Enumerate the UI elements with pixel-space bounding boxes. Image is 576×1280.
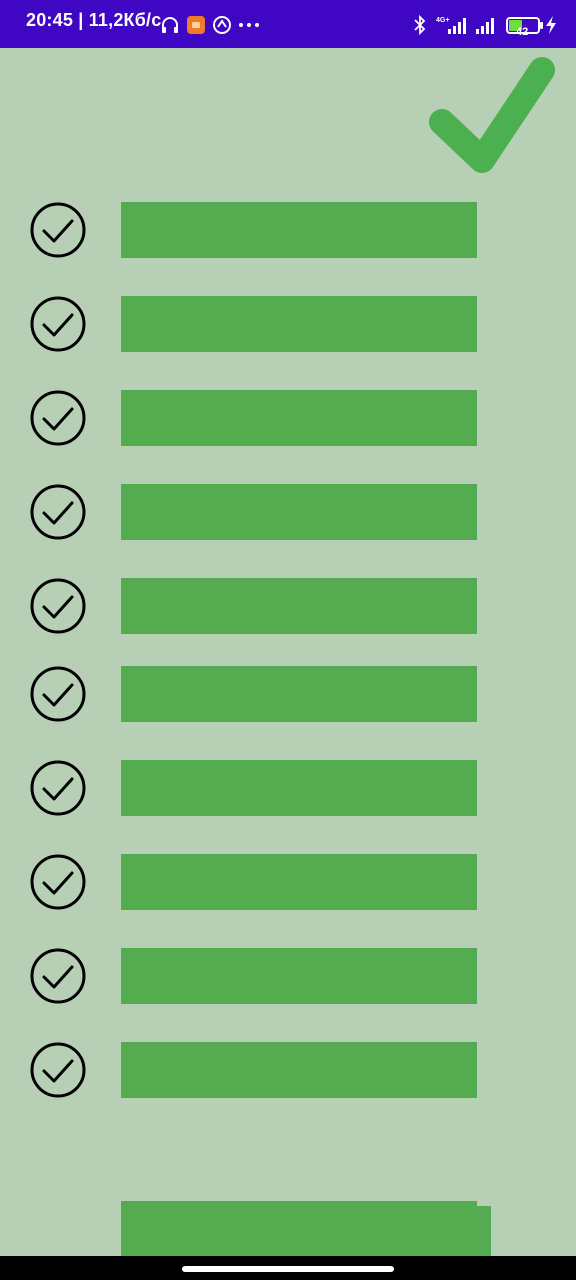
task-item-bar[interactable] (121, 390, 477, 446)
home-indicator[interactable] (182, 1266, 394, 1272)
charging-icon (546, 16, 556, 34)
status-bar: 20:45 | 11,2Кб/с 4G+ 42 (0, 0, 576, 48)
task-item-bar[interactable] (121, 666, 477, 722)
task-item-bar[interactable] (121, 760, 477, 816)
task-item-bar[interactable] (121, 578, 477, 634)
check-circle-icon[interactable] (29, 759, 87, 817)
task-item-bar[interactable] (121, 854, 477, 910)
check-circle-icon[interactable] (29, 389, 87, 447)
task-item-bar[interactable] (121, 296, 477, 352)
task-item-bar[interactable] (121, 202, 477, 258)
task-item-bar[interactable] (121, 948, 477, 1004)
check-circle-icon[interactable] (29, 853, 87, 911)
large-checkmark-icon (429, 57, 555, 173)
check-circle-icon[interactable] (29, 201, 87, 259)
check-circle-icon[interactable] (29, 1041, 87, 1099)
signal-icon (476, 18, 494, 34)
status-time: 20:45 (26, 10, 74, 30)
check-circle-icon[interactable] (29, 483, 87, 541)
battery-level: 42 (516, 26, 529, 38)
task-item-bar[interactable] (121, 1042, 477, 1098)
check-circle-icon[interactable] (29, 577, 87, 635)
app-notification-icon (187, 16, 205, 34)
headphones-icon (162, 17, 178, 33)
more-dots-icon (239, 23, 259, 27)
check-circle-icon[interactable] (29, 947, 87, 1005)
status-speed: 11,2Кб/с (88, 10, 162, 30)
svg-text:4G+: 4G+ (436, 17, 449, 24)
4g-signal-icon: 4G+ (436, 17, 466, 34)
status-time-speed: 20:45 | 11,2Кб/с (26, 10, 161, 31)
bottom-action-bar[interactable] (121, 1201, 477, 1260)
bluetooth-icon (414, 15, 426, 35)
check-circle-icon[interactable] (29, 295, 87, 353)
task-item-bar[interactable] (121, 484, 477, 540)
check-circle-icon[interactable] (29, 665, 87, 723)
status-separator: | (78, 10, 89, 30)
sync-icon (213, 16, 231, 34)
